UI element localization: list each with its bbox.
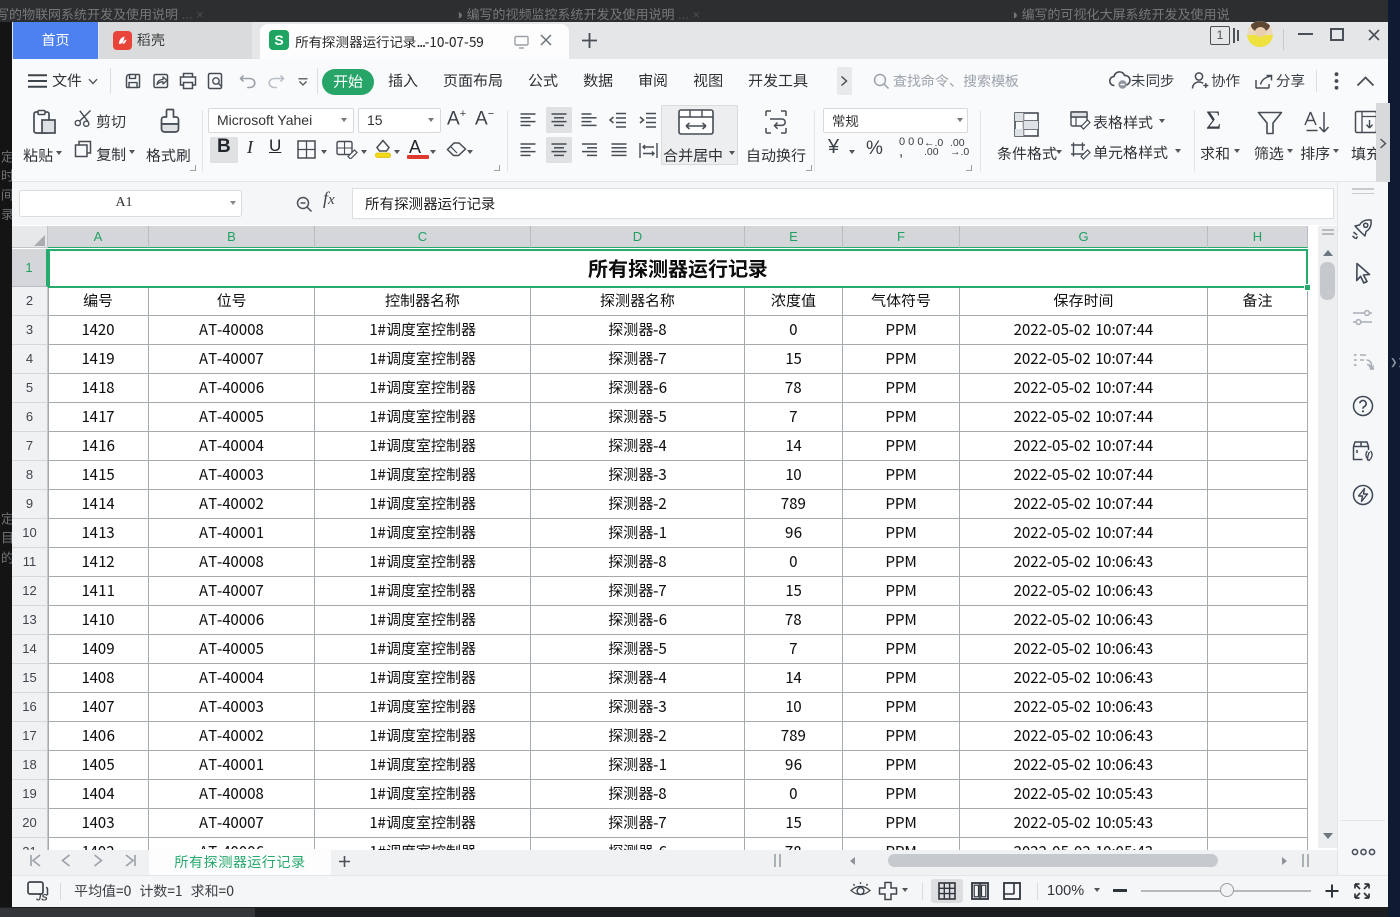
svg-text:JS: JS [36,893,48,902]
